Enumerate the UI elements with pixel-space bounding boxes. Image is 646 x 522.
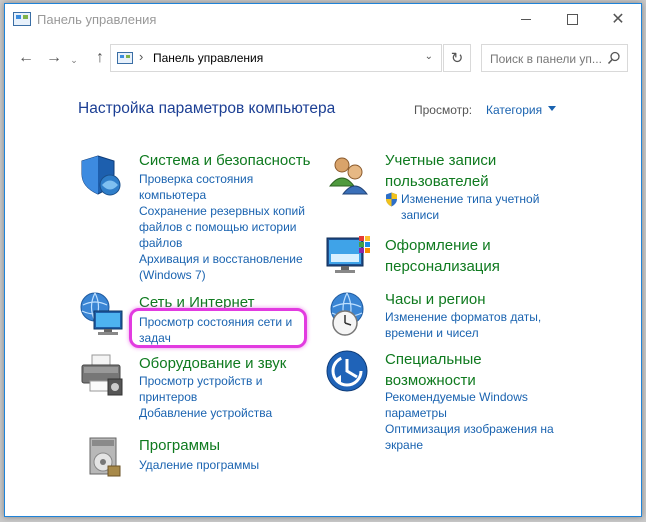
- highlight-annotation: [129, 308, 307, 348]
- clock-globe-icon[interactable]: [325, 291, 373, 339]
- control-panel-icon: [13, 12, 31, 26]
- link-optimize-display[interactable]: экране: [385, 437, 423, 453]
- network-globe-icon[interactable]: [78, 291, 126, 339]
- close-icon: ✕: [611, 10, 625, 28]
- link-devices-printers[interactable]: Просмотр устройств и: [139, 373, 262, 389]
- refresh-button[interactable]: ↻: [443, 44, 471, 72]
- category-ease-of-access[interactable]: Специальные: [385, 349, 482, 370]
- link-uninstall-program[interactable]: Удаление программы: [139, 457, 259, 473]
- title-bar: Панель управления ✕: [5, 4, 641, 35]
- link-add-device[interactable]: Добавление устройства: [139, 405, 272, 421]
- recent-locations-button[interactable]: ⌄: [67, 49, 81, 71]
- link-recommended-settings[interactable]: Рекомендуемые Windows: [385, 389, 528, 405]
- control-panel-icon: [117, 52, 133, 64]
- category-appearance[interactable]: Оформление и: [385, 235, 491, 256]
- link-backup-restore[interactable]: (Windows 7): [139, 267, 206, 283]
- category-clock-region[interactable]: Часы и регион: [385, 289, 486, 310]
- shield-icon[interactable]: [78, 152, 126, 200]
- category-appearance[interactable]: персонализация: [385, 256, 500, 277]
- maximize-icon: [566, 14, 578, 25]
- minimize-button[interactable]: [503, 4, 549, 35]
- link-change-account-type[interactable]: Изменение типа учетной: [401, 191, 539, 207]
- search-placeholder: Поиск в панели уп...: [490, 52, 602, 66]
- control-panel-window: Панель управления ✕ ← → ⌄ ↑ › Панель упр…: [4, 3, 642, 517]
- category-user-accounts[interactable]: пользователей: [385, 171, 489, 192]
- category-hardware-sound[interactable]: Оборудование и звук: [139, 353, 286, 374]
- link-check-status[interactable]: Проверка состояния: [139, 171, 253, 187]
- category-system-security[interactable]: Система и безопасность: [139, 150, 310, 171]
- maximize-button[interactable]: [549, 4, 595, 35]
- appearance-monitor-icon[interactable]: [325, 234, 373, 282]
- arrow-left-icon: ←: [18, 49, 34, 66]
- category-ease-of-access[interactable]: возможности: [385, 370, 476, 391]
- address-dropdown-icon[interactable]: ⌄: [425, 51, 433, 62]
- close-button[interactable]: ✕: [595, 4, 641, 35]
- link-change-formats[interactable]: времени и чисел: [385, 325, 479, 341]
- link-change-formats[interactable]: Изменение форматов даты,: [385, 309, 541, 325]
- link-backup-restore[interactable]: Архивация и восстановление: [139, 251, 303, 267]
- up-button[interactable]: ↑: [89, 47, 111, 69]
- arrow-right-icon: →: [46, 49, 62, 66]
- ease-of-access-icon[interactable]: [325, 349, 373, 397]
- chevron-down-icon: ⌄: [70, 54, 78, 65]
- user-accounts-icon[interactable]: [325, 152, 373, 200]
- link-backup-history[interactable]: Сохранение резервных копий: [139, 203, 305, 219]
- link-devices-printers[interactable]: принтеров: [139, 389, 197, 405]
- back-button[interactable]: ←: [15, 47, 37, 69]
- category-programs[interactable]: Программы: [139, 435, 220, 456]
- link-optimize-display[interactable]: Оптимизация изображения на: [385, 421, 554, 437]
- printer-icon[interactable]: [78, 351, 126, 399]
- arrow-up-icon: ↑: [96, 49, 104, 66]
- view-by-dropdown[interactable]: Категория: [486, 103, 542, 117]
- programs-icon[interactable]: [80, 432, 128, 480]
- link-recommended-settings[interactable]: параметры: [385, 405, 447, 421]
- link-backup-history[interactable]: файлов: [139, 235, 182, 251]
- search-input[interactable]: Поиск в панели уп...: [481, 44, 628, 72]
- link-check-status[interactable]: компьютера: [139, 187, 206, 203]
- refresh-icon: ↻: [450, 50, 464, 67]
- uac-shield-icon: [386, 192, 397, 207]
- link-change-account-type[interactable]: записи: [401, 207, 439, 223]
- address-bar[interactable]: › Панель управления ⌄: [110, 44, 442, 72]
- category-user-accounts[interactable]: Учетные записи: [385, 150, 496, 171]
- caret-down-icon[interactable]: [548, 106, 556, 111]
- forward-button[interactable]: →: [43, 47, 65, 69]
- search-icon[interactable]: [607, 51, 621, 65]
- page-title: Настройка параметров компьютера: [78, 100, 336, 117]
- view-by-label: Просмотр:: [414, 103, 473, 117]
- link-backup-history[interactable]: файлов с помощью истории: [139, 219, 296, 235]
- minimize-icon: [521, 19, 531, 20]
- breadcrumb-control-panel[interactable]: Панель управления: [153, 51, 263, 65]
- breadcrumb-separator-icon[interactable]: ›: [139, 49, 143, 64]
- window-title: Панель управления: [37, 12, 157, 27]
